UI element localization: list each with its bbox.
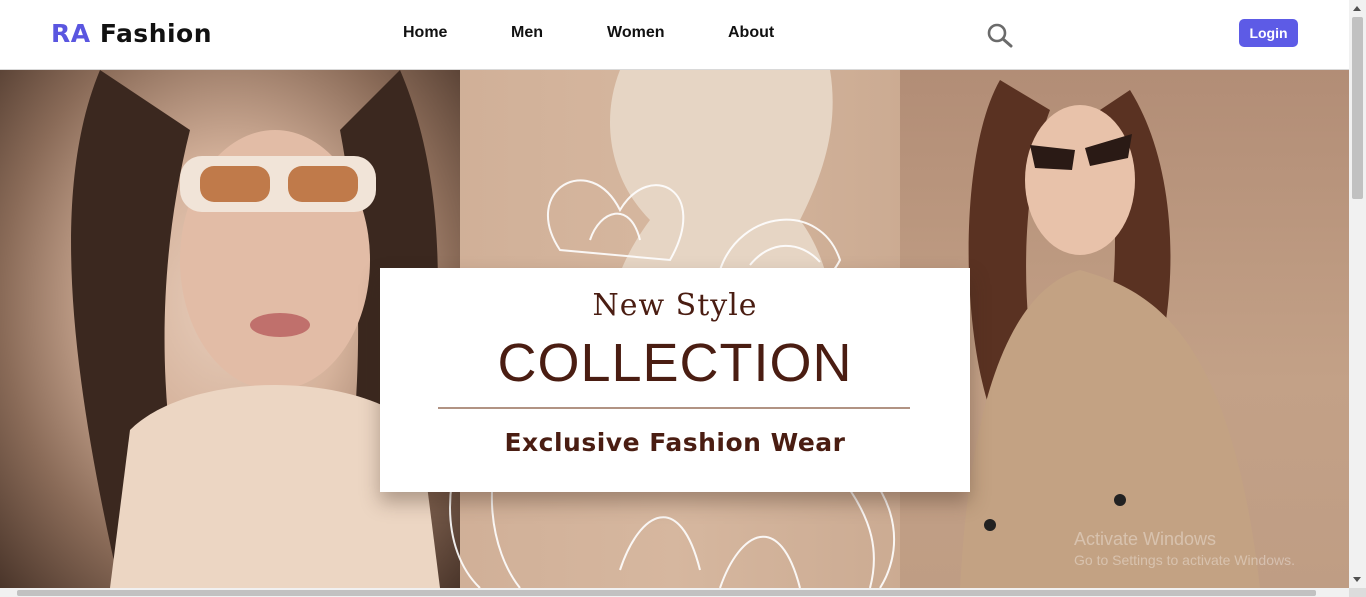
nav-women[interactable]: Women <box>607 24 664 42</box>
activation-watermark-title: Activate Windows <box>1074 529 1217 549</box>
vertical-scrollbar[interactable] <box>1349 0 1366 588</box>
horizontal-scroll-thumb[interactable] <box>17 590 1316 596</box>
brand-prefix: RA <box>51 19 91 48</box>
scroll-up-icon[interactable] <box>1353 6 1361 11</box>
vertical-scroll-thumb[interactable] <box>1352 17 1363 199</box>
search-icon[interactable] <box>986 22 1014 48</box>
nav-home[interactable]: Home <box>403 24 447 42</box>
promo-script-heading: New Style <box>592 288 758 323</box>
brand-logo[interactable]: RA Fashion <box>51 19 212 48</box>
promo-card: New Style COLLECTION Exclusive Fashion W… <box>380 268 970 492</box>
promo-subtitle: Exclusive Fashion Wear <box>504 428 846 457</box>
activation-watermark-subtitle: Go to Settings to activate Windows. <box>1074 552 1295 568</box>
nav-men[interactable]: Men <box>511 24 543 42</box>
scroll-down-icon[interactable] <box>1353 577 1361 582</box>
promo-title: COLLECTION <box>497 333 853 393</box>
brand-name: Fashion <box>99 19 213 48</box>
login-button[interactable]: Login <box>1239 19 1298 47</box>
scrollbar-corner <box>1349 588 1366 597</box>
site-header: RA Fashion Home Men Women About Login <box>0 0 1349 70</box>
nav-about[interactable]: About <box>728 24 774 42</box>
horizontal-scrollbar[interactable] <box>0 588 1349 597</box>
promo-divider <box>438 407 910 409</box>
hero-banner: New Style COLLECTION Exclusive Fashion W… <box>0 70 1349 588</box>
